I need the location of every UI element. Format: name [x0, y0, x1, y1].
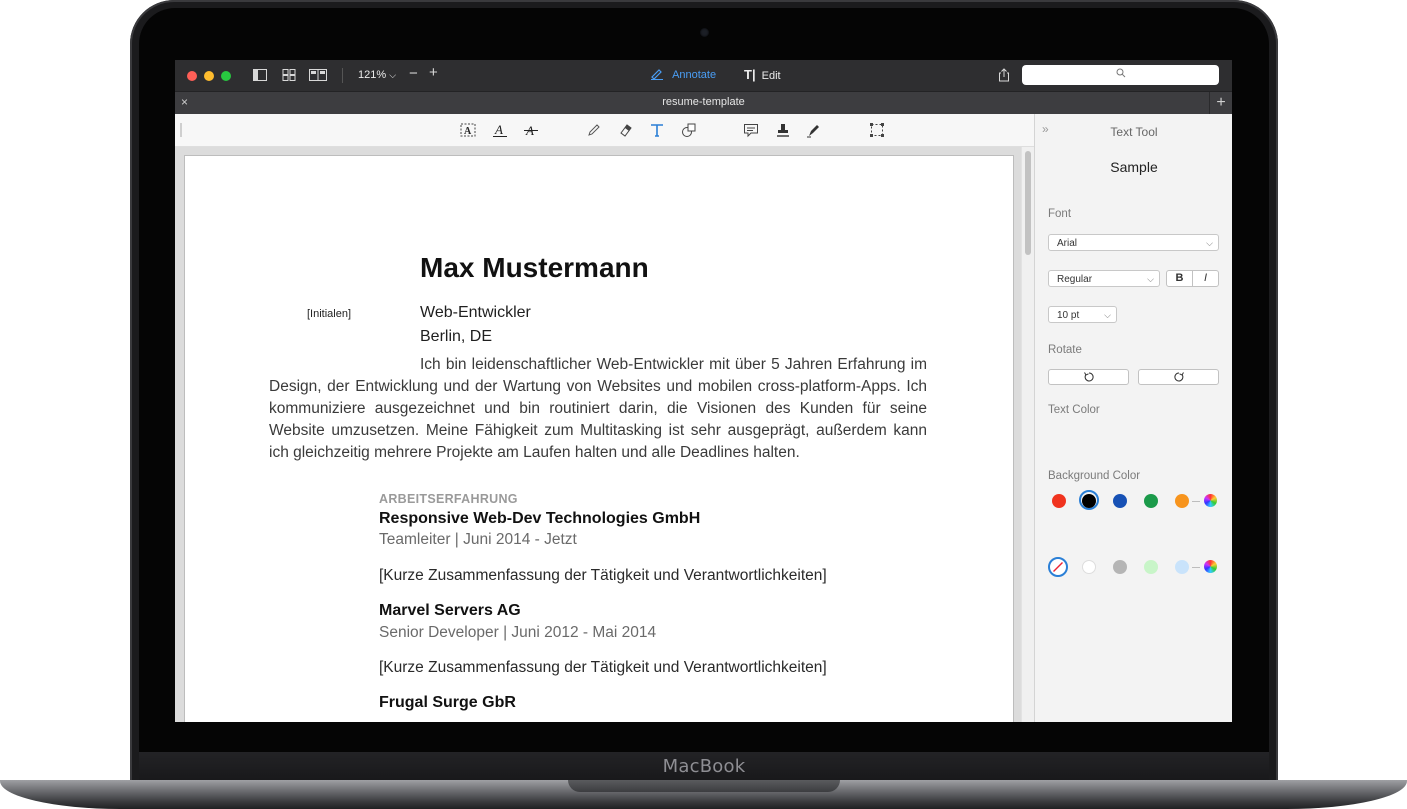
- text-tool-icon[interactable]: [649, 122, 665, 138]
- job-company: Frugal Surge GbR: [379, 694, 516, 711]
- hinge-notch: [568, 780, 840, 792]
- toolbar-grip: [180, 123, 182, 137]
- resume-name: Max Mustermann: [420, 252, 649, 283]
- job-company: Responsive Web-Dev Technologies GmbH: [379, 510, 701, 527]
- custom-background-picker-icon[interactable]: [1204, 560, 1217, 573]
- background-color-light-blue[interactable]: [1175, 560, 1189, 574]
- font-sample: Sample: [1110, 159, 1158, 175]
- annotate-label: Annotate: [672, 69, 717, 81]
- document-page[interactable]: Max Mustermann [Initialen] Web-Entwickle…: [184, 155, 1014, 722]
- search-icon: [1116, 68, 1125, 78]
- vertical-scrollbar[interactable]: [1021, 147, 1034, 722]
- text-strikethrough-icon[interactable]: A: [523, 122, 539, 138]
- stamp-icon[interactable]: [775, 122, 791, 138]
- pencil-icon[interactable]: [586, 122, 602, 138]
- edit-text-icon: T|: [744, 67, 756, 82]
- camera: [700, 28, 709, 37]
- font-size-value: 10 pt: [1057, 310, 1080, 321]
- resume-city: Berlin, DE: [420, 328, 493, 345]
- panel-title: Text Tool: [1110, 125, 1158, 139]
- zoom-window-button[interactable]: [221, 71, 231, 81]
- zoom-out-icon[interactable]: −: [409, 66, 418, 81]
- text-color-orange[interactable]: [1175, 494, 1189, 508]
- font-style-value: Regular: [1057, 274, 1093, 285]
- scrollbar-thumb[interactable]: [1025, 151, 1031, 255]
- font-label: Font: [1048, 208, 1072, 220]
- text-color-red[interactable]: [1052, 494, 1066, 508]
- sidebar-toggle-icon[interactable]: [253, 69, 267, 81]
- initials-placeholder: [Initialen]: [307, 308, 352, 320]
- rotate-left-button[interactable]: [1048, 369, 1129, 385]
- bold-button[interactable]: B: [1166, 270, 1193, 287]
- resume-summary: Ich bin leidenschaftlicher Web-Entwickle…: [269, 356, 927, 461]
- eraser-icon[interactable]: [618, 122, 634, 138]
- grid-view-icon[interactable]: [282, 69, 296, 81]
- chevron-down-icon: ⌵: [1147, 274, 1154, 284]
- job-description: [Kurze Zusammenfassung der Tätigkeit und…: [379, 567, 827, 584]
- tab-bar: × resume-template +: [175, 91, 1232, 114]
- tab-document-title[interactable]: resume-template: [175, 96, 1232, 108]
- selection-icon[interactable]: [869, 122, 885, 138]
- job-meta: Teamleiter | Juni 2014 - Jetzt: [379, 531, 577, 548]
- resume-role: Web-Entwickler: [420, 304, 531, 321]
- rotate-left-icon: [1083, 372, 1094, 382]
- section-heading: ARBEITSERFAHRUNG: [379, 492, 518, 506]
- annotate-mode-button[interactable]: Annotate: [650, 68, 716, 82]
- text-tool-panel: » Text Tool Sample Font Arial ⌵ Regular …: [1034, 114, 1232, 722]
- text-color-blue[interactable]: [1113, 494, 1127, 508]
- document-viewport[interactable]: Max Mustermann [Initialen] Web-Entwickle…: [175, 147, 1034, 722]
- two-page-view-icon[interactable]: [309, 69, 327, 81]
- text-color-label: Text Color: [1048, 404, 1100, 416]
- background-color-white[interactable]: [1082, 560, 1096, 574]
- svg-text:A: A: [494, 122, 503, 137]
- italic-button[interactable]: I: [1192, 270, 1219, 287]
- divider: [342, 68, 343, 83]
- rotate-right-button[interactable]: [1138, 369, 1219, 385]
- chevron-down-icon: ⌵: [1206, 238, 1213, 248]
- minimize-window-button[interactable]: [204, 71, 214, 81]
- title-bar: 121% ⌵ − + Annotate T| Edit: [175, 60, 1232, 91]
- font-family-select[interactable]: Arial ⌵: [1048, 234, 1219, 251]
- rotate-label: Rotate: [1048, 344, 1082, 356]
- background-color-light-green[interactable]: [1144, 560, 1158, 574]
- zoom-level: 121%: [358, 69, 387, 81]
- signature-pen-icon[interactable]: [806, 122, 822, 138]
- laptop-chin: MacBook: [139, 752, 1269, 782]
- brand-label: MacBook: [662, 756, 746, 777]
- font-family-value: Arial: [1057, 238, 1078, 249]
- chevron-down-icon: ⌵: [1104, 310, 1111, 320]
- comment-icon[interactable]: [743, 122, 759, 138]
- text-underline-icon[interactable]: A: [492, 122, 508, 138]
- share-icon[interactable]: [998, 68, 1010, 82]
- background-color-label: Background Color: [1048, 470, 1141, 482]
- no-color-icon: [1053, 562, 1063, 572]
- edit-label: Edit: [761, 70, 781, 82]
- divider: [1192, 501, 1200, 502]
- font-style-select[interactable]: Regular ⌵: [1048, 270, 1160, 287]
- annotate-toolbar: A A A: [175, 114, 1034, 147]
- job-company: Marvel Servers AG: [379, 602, 521, 619]
- no-background-color-button[interactable]: [1048, 557, 1068, 577]
- chevron-down-icon: ⌵: [389, 70, 397, 80]
- rotate-right-icon: [1173, 372, 1184, 382]
- svg-text:A: A: [464, 126, 472, 137]
- divider: [1192, 567, 1200, 568]
- shapes-icon[interactable]: [681, 122, 697, 138]
- font-size-select[interactable]: 10 pt ⌵: [1048, 306, 1117, 323]
- job-description: [Kurze Zusammenfassung der Tätigkeit und…: [379, 659, 827, 676]
- close-window-button[interactable]: [187, 71, 197, 81]
- search-input[interactable]: [1022, 65, 1219, 85]
- text-color-black[interactable]: [1082, 494, 1096, 508]
- job-meta: Senior Developer | Juni 2012 - Mai 2014: [379, 624, 657, 641]
- add-tab-button[interactable]: +: [1209, 92, 1232, 114]
- edit-mode-button[interactable]: T| Edit: [744, 68, 781, 83]
- text-color-green[interactable]: [1144, 494, 1158, 508]
- background-color-gray[interactable]: [1113, 560, 1127, 574]
- zoom-dropdown[interactable]: 121% ⌵: [358, 69, 396, 81]
- custom-color-picker-icon[interactable]: [1204, 494, 1217, 507]
- annotate-pen-icon: [651, 69, 663, 80]
- app-window: 121% ⌵ − + Annotate T| Edit × resume-tem…: [175, 60, 1232, 722]
- zoom-in-icon[interactable]: +: [429, 65, 438, 80]
- text-box-icon[interactable]: A: [460, 122, 476, 138]
